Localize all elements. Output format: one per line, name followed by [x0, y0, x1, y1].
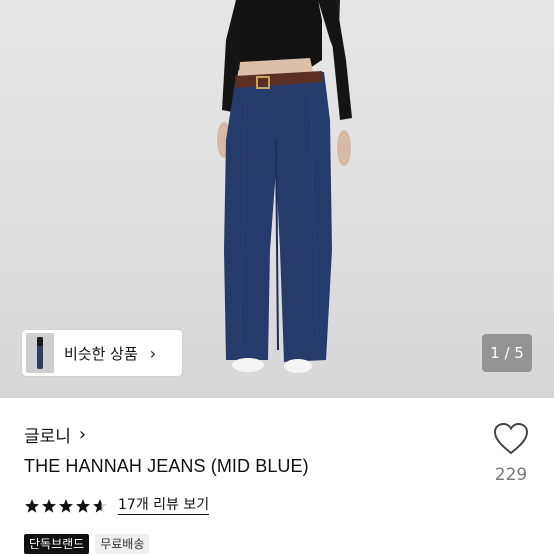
like-button[interactable]: 229 [491, 422, 531, 485]
star-icon [25, 499, 39, 513]
brand-link[interactable]: 글로니 › [24, 422, 86, 447]
free-shipping-badge: 무료배송 [95, 534, 150, 554]
rating-row: 17개 리뷰 보기 [24, 497, 210, 515]
star-icon [59, 499, 73, 513]
star-rating [24, 498, 108, 514]
star-icon [76, 499, 90, 513]
similar-thumbnail [26, 333, 54, 373]
image-page-indicator: 1 / 5 [482, 334, 532, 372]
chevron-right-icon: › [78, 424, 87, 445]
similar-products-button[interactable]: 비슷한 상품 › [22, 330, 182, 376]
product-info: 글로니 › THE HANNAH JEANS (MID BLUE) 17개 리뷰… [0, 398, 554, 554]
badge-list: 단독브랜드 무료배송 [24, 534, 150, 554]
review-link[interactable]: 17개 리뷰 보기 [118, 497, 210, 515]
product-photo[interactable]: 비슷한 상품 › 1 / 5 [0, 0, 554, 398]
star-icon [93, 499, 107, 513]
like-count: 229 [494, 465, 528, 485]
star-icon [42, 499, 56, 513]
product-title: THE HANNAH JEANS (MID BLUE) [24, 456, 309, 476]
chevron-right-icon: › [149, 343, 157, 363]
exclusive-brand-badge: 단독브랜드 [24, 534, 90, 554]
similar-products-label: 비슷한 상품 [64, 344, 138, 363]
brand-name: 글로니 [24, 427, 71, 447]
heart-icon [493, 422, 529, 455]
